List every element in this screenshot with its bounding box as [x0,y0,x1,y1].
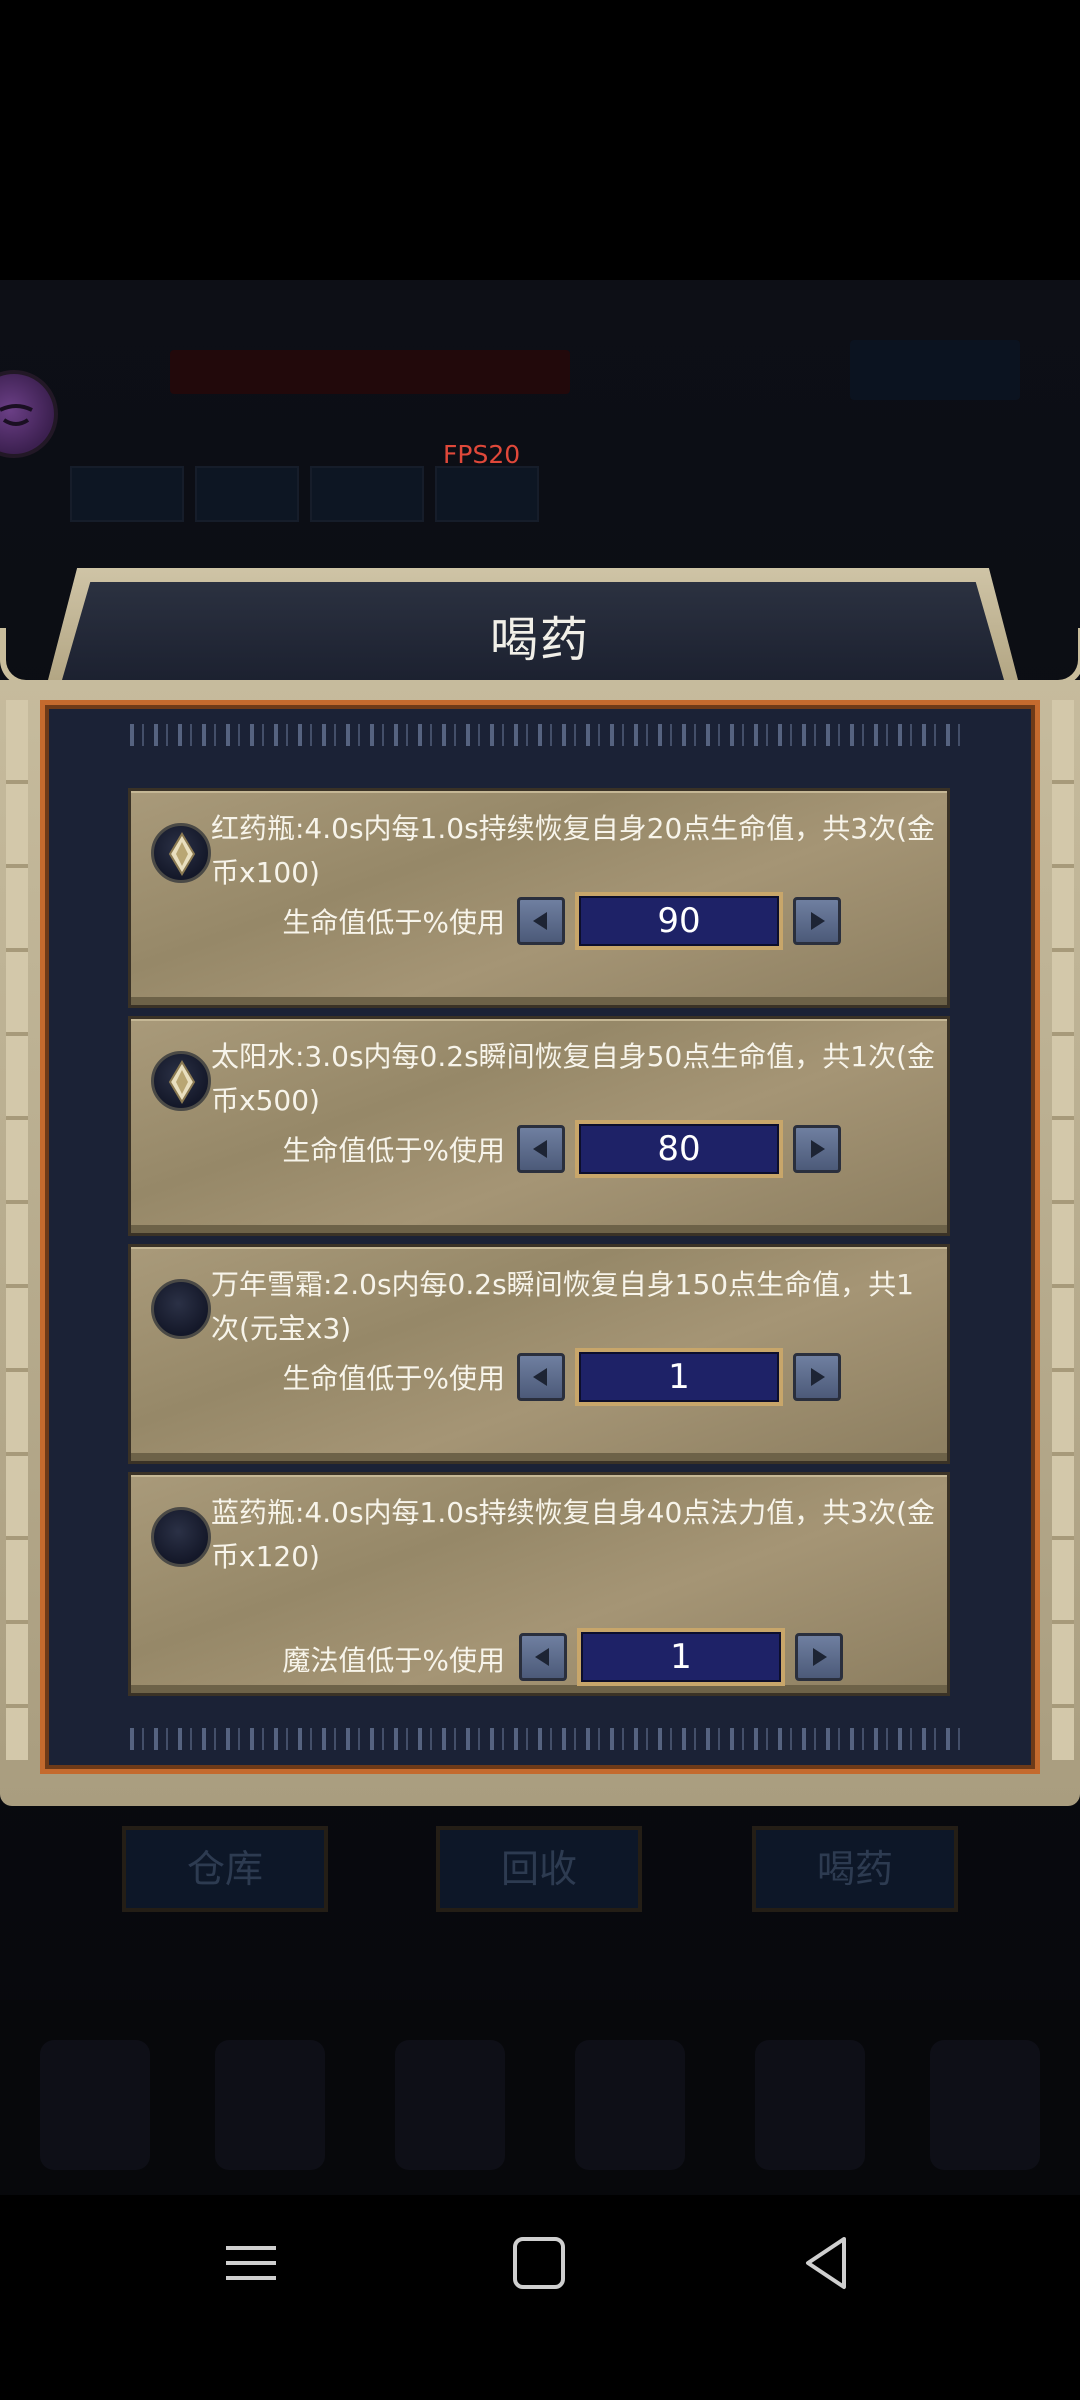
background-hud-slot [195,466,299,522]
potion-description: 红药瓶:4.0s内每1.0s持续恢复自身20点生命值，共3次(金币x100) [211,812,936,889]
threshold-label: 魔法值低于%使用 [282,1644,505,1677]
arrow-left-icon [535,1648,549,1666]
potion-toggle[interactable] [151,1507,211,1567]
drink-potion-button[interactable]: 喝药 [752,1826,958,1912]
system-navigation-bar [0,2195,1080,2400]
potion-toggle[interactable] [151,823,211,883]
increase-button[interactable] [795,1633,843,1681]
arrow-right-icon [811,1368,825,1386]
threshold-label: 生命值低于%使用 [282,1362,505,1395]
game-bottom-nav [0,2000,1080,2200]
threshold-label: 生命值低于%使用 [282,906,505,939]
game-nav-tab-icon[interactable] [755,2040,865,2170]
background-health-bar [170,350,570,394]
potion-toggle[interactable] [151,1279,211,1339]
threshold-value-input[interactable]: 1 [575,1348,783,1406]
game-nav-tab-icon[interactable] [395,2040,505,2170]
back-icon[interactable] [798,2234,856,2296]
frame-pillar-right [1052,700,1074,1760]
home-icon[interactable] [510,2234,568,2296]
increase-button[interactable] [793,1125,841,1173]
decrease-button[interactable] [517,1125,565,1173]
potion-toggle[interactable] [151,1051,211,1111]
selected-diamond-icon [168,1060,196,1104]
threshold-label: 生命值低于%使用 [282,1134,505,1167]
threshold-value-input[interactable]: 1 [577,1628,785,1686]
background-hud-panel [850,340,1020,400]
potion-card-red: 红药瓶:4.0s内每1.0s持续恢复自身20点生命值，共3次(金币x100) 生… [128,788,950,1008]
arrow-right-icon [811,912,825,930]
potion-description: 万年雪霜:2.0s内每0.2s瞬间恢复自身150点生命值，共1次(元宝x3) [211,1268,914,1345]
potion-description: 太阳水:3.0s内每0.2s瞬间恢复自身50点生命值，共1次(金币x500) [211,1040,936,1117]
game-nav-tab-icon[interactable] [40,2040,150,2170]
arrow-left-icon [533,1140,547,1158]
ornament-top [120,724,960,746]
potion-description: 蓝药瓶:4.0s内每1.0s持续恢复自身40点法力值，共3次(金币x120) [211,1496,936,1573]
increase-button[interactable] [793,897,841,945]
selected-diamond-icon [168,832,196,876]
threshold-value-input[interactable]: 80 [575,1120,783,1178]
game-nav-tab-icon[interactable] [215,2040,325,2170]
status-bar-area [0,0,1080,280]
scroll-ornament-right [1042,628,1080,686]
dialog-title: 喝药 [489,612,590,668]
game-nav-tab-icon[interactable] [930,2040,1040,2170]
warehouse-button[interactable]: 仓库 [122,1826,328,1912]
recycle-button[interactable]: 回收 [436,1826,642,1912]
ornament-bottom [120,1728,960,1750]
game-nav-tab-icon[interactable] [575,2040,685,2170]
increase-button[interactable] [793,1353,841,1401]
arrow-right-icon [811,1140,825,1158]
decrease-button[interactable] [517,897,565,945]
arrow-right-icon [813,1648,827,1666]
arrow-left-icon [533,1368,547,1386]
arrow-left-icon [533,912,547,930]
scroll-ornament-left [0,628,42,686]
potion-card-sun-water: 太阳水:3.0s内每0.2s瞬间恢复自身50点生命值，共1次(金币x500) 生… [128,1016,950,1236]
potion-card-snow-frost: 万年雪霜:2.0s内每0.2s瞬间恢复自身150点生命值，共1次(元宝x3) 生… [128,1244,950,1464]
threshold-value-input[interactable]: 90 [575,892,783,950]
background-hud-slot [310,466,424,522]
decrease-button[interactable] [517,1353,565,1401]
fps-counter: FPS20 [443,440,521,469]
menu-icon[interactable] [222,2234,280,2296]
decrease-button[interactable] [519,1633,567,1681]
potion-card-blue: 蓝药瓶:4.0s内每1.0s持续恢复自身40点法力值，共3次(金币x120) 魔… [128,1472,950,1696]
background-hud-slot [70,466,184,522]
background-hud-slot [435,466,539,522]
frame-pillar-left [6,700,28,1760]
